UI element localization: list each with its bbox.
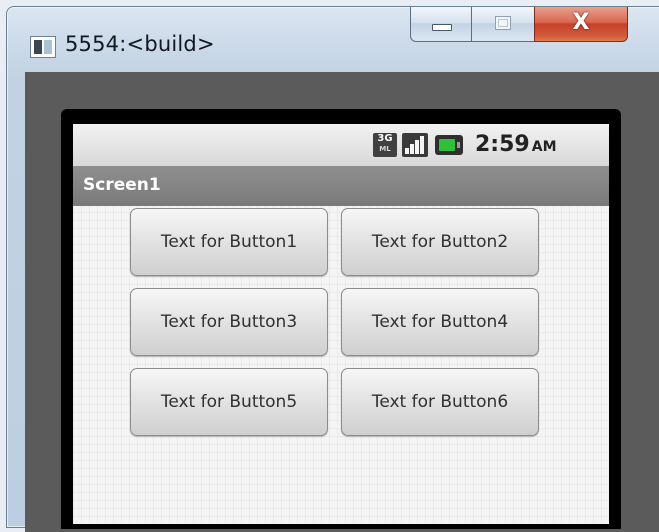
screen-title-bar: Screen1: [73, 166, 609, 206]
status-clock: 2:59 AM: [475, 132, 557, 157]
minimize-icon: [432, 24, 452, 31]
screen-title: Screen1: [83, 175, 161, 195]
close-icon: X: [572, 10, 590, 35]
maximize-button[interactable]: [471, 7, 535, 42]
button-2[interactable]: Text for Button2: [341, 208, 539, 276]
clock-ampm: AM: [531, 139, 557, 155]
battery-icon: [435, 135, 463, 155]
signal-bars-icon: [402, 133, 428, 157]
status-bar: 3G ML 2:59 AM: [73, 124, 609, 167]
button-4[interactable]: Text for Button4: [341, 288, 539, 356]
minimize-button[interactable]: [410, 7, 472, 42]
button-1[interactable]: Text for Button1: [130, 208, 328, 276]
clock-time: 2:59: [475, 132, 530, 157]
close-button[interactable]: X: [534, 7, 628, 42]
window-title: 5554:<build>: [65, 32, 215, 56]
button-6[interactable]: Text for Button6: [341, 368, 539, 436]
button-3[interactable]: Text for Button3: [130, 288, 328, 356]
maximize-icon: [495, 16, 511, 30]
button-5[interactable]: Text for Button5: [130, 368, 328, 436]
network-3g-icon: 3G ML: [373, 133, 397, 157]
app-window-icon[interactable]: [30, 36, 56, 58]
device-screen: 3G ML 2:59 AM Screen1 Text for Button1 Te…: [73, 124, 609, 524]
